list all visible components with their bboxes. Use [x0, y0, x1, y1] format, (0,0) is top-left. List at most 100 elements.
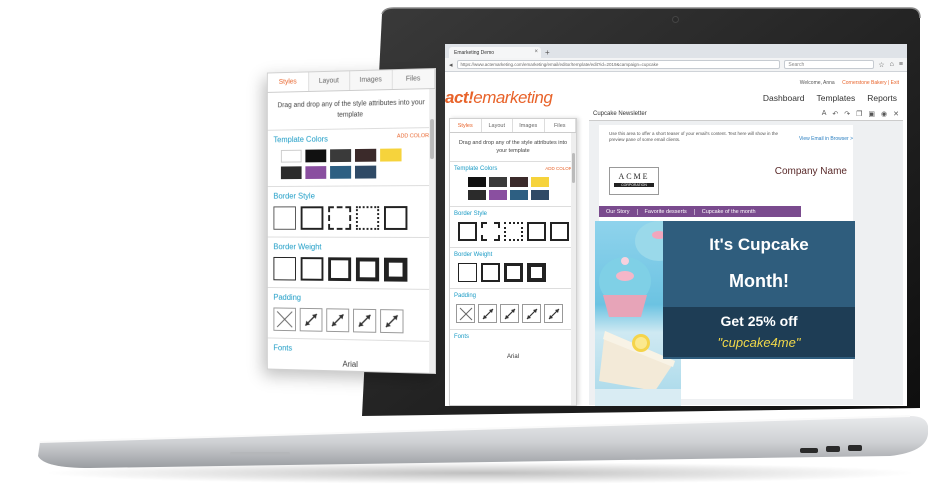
color-swatch[interactable] [531, 177, 549, 187]
border-double-option[interactable] [550, 222, 569, 241]
close-icon[interactable]: ✕ [893, 110, 899, 118]
weight-1-option[interactable] [273, 256, 296, 281]
padding-large-option[interactable] [353, 308, 377, 333]
color-swatch[interactable] [489, 177, 507, 187]
panel-description: Drag and drop any of the style attribute… [458, 140, 568, 154]
padding-medium-option[interactable] [326, 308, 350, 333]
nl-nav-our-story[interactable]: Our Story [599, 208, 638, 215]
tab-images[interactable]: Images [513, 119, 545, 132]
font-select[interactable]: Arial [454, 354, 572, 360]
padding-none-option[interactable] [456, 304, 475, 323]
copy-icon[interactable]: ❐ [856, 110, 862, 118]
color-swatch[interactable] [510, 190, 528, 200]
weight-5-option[interactable] [383, 257, 408, 282]
tab-layout[interactable]: Layout [482, 119, 513, 132]
font-select[interactable]: Arial [273, 358, 429, 371]
save-icon[interactable]: ▣ [868, 110, 875, 118]
hero-section[interactable]: It's Cupcake Month! Get 25% off "cupcake… [595, 221, 855, 406]
new-tab-button[interactable]: + [545, 47, 550, 58]
color-swatch[interactable] [330, 149, 352, 163]
nav-dashboard[interactable]: Dashboard [763, 93, 805, 103]
template-colors-title: Template Colors [273, 134, 328, 145]
padding-small-option[interactable] [478, 304, 497, 323]
tab-styles[interactable]: Styles [450, 119, 482, 132]
tab-images[interactable]: Images [350, 70, 393, 91]
weight-1-option[interactable] [458, 263, 477, 282]
back-icon[interactable]: ◂ [449, 61, 453, 69]
padding-large-option[interactable] [522, 304, 541, 323]
color-swatch[interactable] [489, 190, 507, 200]
weight-4-option[interactable] [355, 257, 380, 282]
font-icon[interactable]: A [822, 110, 827, 118]
border-solid-option[interactable] [273, 206, 296, 230]
preview-icon[interactable]: ◉ [881, 110, 887, 118]
color-swatch[interactable] [354, 148, 377, 162]
border-double-option[interactable] [383, 206, 408, 230]
color-swatch[interactable] [468, 190, 486, 200]
fonts-title: Fonts [454, 334, 470, 340]
search-input[interactable]: Search [784, 60, 875, 69]
nav-reports[interactable]: Reports [867, 93, 897, 103]
border-dotted-option[interactable] [355, 206, 380, 230]
border-dashed-option[interactable] [328, 206, 352, 230]
url-input[interactable]: https://www.actemarketing.com/emarketing… [456, 60, 781, 69]
star-icon[interactable]: ☆ [878, 61, 884, 69]
color-swatch[interactable] [305, 149, 327, 163]
border-none-option[interactable] [527, 222, 546, 241]
nl-nav-cupcake-month[interactable]: Cupcake of the month [695, 209, 763, 215]
color-swatch[interactable] [380, 148, 402, 162]
padding-none-option[interactable] [273, 307, 296, 332]
banner-line1: It's Cupcake [709, 235, 809, 254]
add-color-button[interactable]: ADD COLOR [545, 166, 572, 172]
close-icon[interactable]: × [534, 49, 538, 55]
padding-medium-option[interactable] [500, 304, 519, 323]
logo[interactable]: act!emarketing [445, 88, 553, 108]
weight-2-option[interactable] [300, 257, 324, 281]
style-panel-inner: Styles Layout Images Files Drag and drop… [449, 118, 577, 406]
border-style-title: Border Style [273, 191, 315, 201]
nav-templates[interactable]: Templates [816, 93, 855, 103]
padding-xlarge-option[interactable] [380, 309, 404, 334]
company-logo[interactable]: ACME CORPORATION [609, 167, 659, 195]
browser-tab[interactable]: Emarketing Demo × [449, 47, 541, 58]
color-swatch[interactable] [531, 190, 549, 200]
view-in-browser-link[interactable]: View Email in Browser > [799, 136, 853, 142]
border-dotted-option[interactable] [504, 222, 523, 241]
padding-small-option[interactable] [299, 307, 323, 332]
border-solid-option[interactable] [458, 222, 477, 241]
tab-layout[interactable]: Layout [308, 71, 351, 91]
teaser-text[interactable]: Use this area to offer a short teaser of… [609, 131, 779, 143]
border-thick-option[interactable] [300, 206, 324, 230]
tab-files[interactable]: Files [545, 119, 576, 132]
color-swatch[interactable] [468, 177, 486, 187]
redo-icon[interactable]: ↷ [844, 110, 850, 118]
newsletter-nav: Our Story Favorite desserts Cupcake of t… [599, 206, 801, 217]
org-link[interactable]: Cornerstone Bakery | Exit [842, 80, 899, 86]
weight-2-option[interactable] [481, 263, 500, 282]
panel-scrollbar[interactable] [429, 89, 436, 373]
tab-title: Emarketing Demo [454, 50, 495, 56]
weight-3-option[interactable] [328, 257, 352, 282]
tab-styles[interactable]: Styles [267, 72, 309, 92]
color-swatch[interactable] [354, 165, 377, 179]
menu-icon[interactable]: ≡ [899, 61, 903, 69]
home-icon[interactable]: ⌂ [890, 61, 894, 69]
color-swatch[interactable] [510, 177, 528, 187]
color-swatch[interactable] [330, 165, 352, 179]
company-name[interactable]: Company Name [775, 166, 847, 177]
promo-banner[interactable]: It's Cupcake Month! Get 25% off "cupcake… [663, 221, 855, 359]
nl-nav-favorite-desserts[interactable]: Favorite desserts [638, 208, 695, 215]
padding-xlarge-option[interactable] [544, 304, 563, 323]
color-swatch[interactable] [280, 149, 302, 163]
color-swatch[interactable] [305, 166, 327, 179]
undo-icon[interactable]: ↶ [832, 110, 838, 118]
padding-title: Padding [454, 293, 477, 299]
border-dashed-option[interactable] [481, 222, 500, 241]
weight-4-option[interactable] [527, 263, 546, 282]
color-swatch[interactable] [280, 166, 302, 180]
tab-files[interactable]: Files [392, 69, 436, 90]
top-nav: Dashboard Templates Reports [763, 93, 897, 103]
add-color-button[interactable]: ADD COLOR [397, 133, 429, 142]
panel-scrollbar[interactable] [571, 133, 576, 405]
weight-3-option[interactable] [504, 263, 523, 282]
